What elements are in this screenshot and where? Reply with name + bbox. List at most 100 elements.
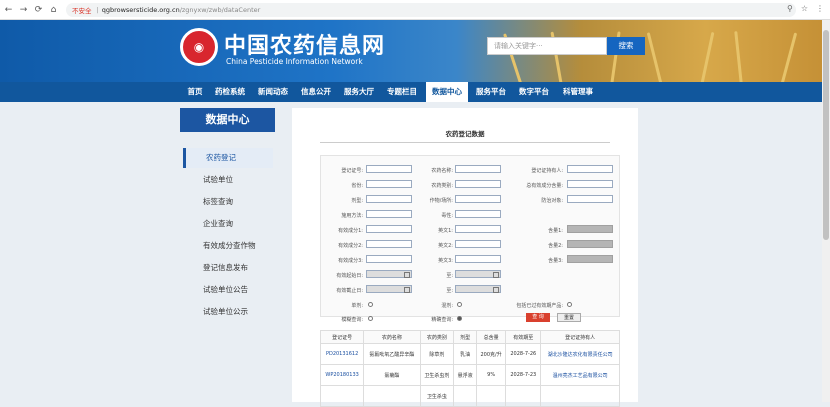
ingredient1-input[interactable] (366, 225, 412, 233)
sidebar-item[interactable]: 有效成分查作物 (183, 236, 273, 256)
label: 至: (446, 288, 453, 294)
target-input[interactable] (567, 195, 613, 203)
wheat-decoration (780, 32, 798, 82)
main-nav: 首页 药检系统 新闻动态 信息公开 服务大厅 专题栏目 数据中心 服务平台 数字… (0, 82, 830, 102)
ingredient3-input[interactable] (366, 255, 412, 263)
search-form: 登记证号: 农药名称: 登记证持有人: 省份: 农药类别: 总有效成分含量: 剂… (320, 155, 620, 323)
province-input[interactable] (366, 180, 412, 188)
sidebar-item[interactable]: 企业查询 (183, 214, 273, 234)
nav-item[interactable]: 信息公开 (296, 82, 336, 102)
col-header: 农药名称 (363, 330, 421, 344)
site-header: ◉ 中国农药信息网 China Pesticide Information Ne… (0, 20, 830, 82)
nav-item[interactable]: 服务大厅 (339, 82, 379, 102)
label: 含量2: (548, 243, 563, 249)
table-cell: 悬浮液 (453, 364, 477, 386)
table-row: PD20131612 氨氟吡氧乙酸异辛酯 除草剂 乳油 200克/升 2028-… (319, 343, 620, 365)
zoom-icon[interactable]: ⚲ (787, 4, 793, 13)
table-cell: 2028-7-23 (505, 364, 542, 386)
nav-item[interactable]: 药检系统 (210, 82, 250, 102)
sidebar-item[interactable]: 试验单位公告 (183, 280, 273, 300)
label: 含量1: (548, 228, 563, 234)
back-icon[interactable]: ← (2, 5, 15, 15)
table-cell: 2028-7-26 (505, 343, 542, 365)
search-button[interactable]: 搜索 (607, 37, 645, 55)
method-input[interactable] (366, 210, 412, 218)
main-panel: 农药登记数据 登记证号: 农药名称: 登记证持有人: 省份: 农药类别: 总有效… (292, 108, 638, 407)
search-input[interactable]: 请输入关键字··· (487, 37, 607, 55)
holder-link[interactable]: 温州亮杰工艺品有限公司 (540, 364, 620, 386)
reset-button[interactable]: 重置 (557, 313, 581, 322)
nav-item[interactable]: 专题栏目 (382, 82, 422, 102)
sidebar-item[interactable]: 试验单位公示 (183, 302, 273, 322)
reg-no-link[interactable]: PD20131612 (319, 343, 365, 365)
label: 毒性: (441, 213, 453, 219)
total-input[interactable] (567, 180, 613, 188)
scrollbar-thumb[interactable] (823, 30, 829, 240)
label: 至: (446, 273, 453, 279)
insecure-label: 不安全 (72, 6, 92, 15)
fuzzy-radio[interactable] (368, 316, 373, 321)
label: 防治对象: (541, 198, 563, 204)
table-cell[interactable] (540, 385, 620, 407)
content2-input[interactable] (567, 240, 613, 248)
label: 英文1: (438, 228, 453, 234)
mix-checkbox[interactable] (457, 302, 462, 307)
sidebar-item[interactable]: 登记信息发布 (183, 258, 273, 278)
label: 登记证持有人: (531, 168, 563, 174)
nav-item[interactable]: 服务平台 (471, 82, 511, 102)
label: 农药类别: (431, 183, 453, 189)
nav-item-data-center[interactable]: 数据中心 (426, 82, 468, 102)
sidebar-item[interactable]: 标签查询 (183, 192, 273, 212)
page-title: 农药登记数据 (445, 130, 485, 138)
form-type-input[interactable] (366, 195, 412, 203)
content3-input[interactable] (567, 255, 613, 263)
holder-link[interactable]: 湖北沙隆达农化有限责任公司 (540, 343, 620, 365)
sidebar-item-pesticide-registration[interactable]: 农药登记 (183, 148, 273, 168)
table-cell: 除草剂 (419, 343, 455, 365)
nav-item[interactable]: 科管理事 (557, 82, 599, 102)
end-date-input[interactable] (366, 285, 412, 293)
start-date-input[interactable] (366, 270, 412, 278)
label: 精确查询: (431, 317, 453, 323)
include-expired-checkbox[interactable] (567, 302, 572, 307)
holder-input[interactable] (567, 165, 613, 173)
address-bar[interactable]: 不安全 | qgbrowsersticide.org.cn /zgnyxw/zw… (66, 2, 796, 17)
reg-no-link[interactable]: WP20180133 (319, 364, 365, 386)
content1-input[interactable] (567, 225, 613, 233)
english3-input[interactable] (455, 255, 501, 263)
table-cell (453, 385, 477, 407)
site-subtitle: China Pesticide Information Network (226, 57, 363, 66)
ingredient2-input[interactable] (366, 240, 412, 248)
sidebar-item[interactable]: 试验单位 (183, 170, 273, 190)
table-row: WP20180133 氯菊酯 卫生杀虫剂 悬浮液 9% 2028-7-23 温州… (319, 364, 620, 386)
sidebar: 数据中心 (180, 108, 275, 132)
toxicity-input[interactable] (455, 210, 501, 218)
nav-item[interactable]: 新闻动态 (253, 82, 293, 102)
nav-item[interactable]: 首页 (180, 82, 210, 102)
site-title: 中国农药信息网 (224, 33, 386, 59)
home-icon[interactable]: ⌂ (47, 5, 60, 15)
start-date-to-input[interactable] (455, 270, 501, 278)
star-icon[interactable]: ☆ (801, 4, 808, 13)
menu-icon[interactable]: ⋮ (816, 4, 824, 13)
query-button[interactable]: 查 询 (526, 313, 550, 322)
english2-input[interactable] (455, 240, 501, 248)
col-header: 登记证号 (319, 330, 365, 344)
end-date-to-input[interactable] (455, 285, 501, 293)
english1-input[interactable] (455, 225, 501, 233)
category-input[interactable] (455, 180, 501, 188)
wheat-decoration (646, 32, 663, 82)
reload-icon[interactable]: ⟳ (32, 5, 45, 15)
browser-chrome: ← → ⟳ ⌂ 不安全 | qgbrowsersticide.org.cn /z… (0, 0, 830, 20)
nav-item[interactable]: 数字平台 (514, 82, 554, 102)
name-input[interactable] (455, 165, 501, 173)
label: 模糊查询: (341, 317, 363, 323)
exact-radio[interactable] (457, 316, 462, 321)
table-cell: 卫生杀虫 (419, 385, 455, 407)
reg-no-input[interactable] (366, 165, 412, 173)
table-cell[interactable] (319, 385, 365, 407)
forward-icon[interactable]: → (17, 5, 30, 15)
site-logo-icon[interactable]: ◉ (180, 28, 218, 66)
crop-input[interactable] (455, 195, 501, 203)
single-checkbox[interactable] (368, 302, 373, 307)
